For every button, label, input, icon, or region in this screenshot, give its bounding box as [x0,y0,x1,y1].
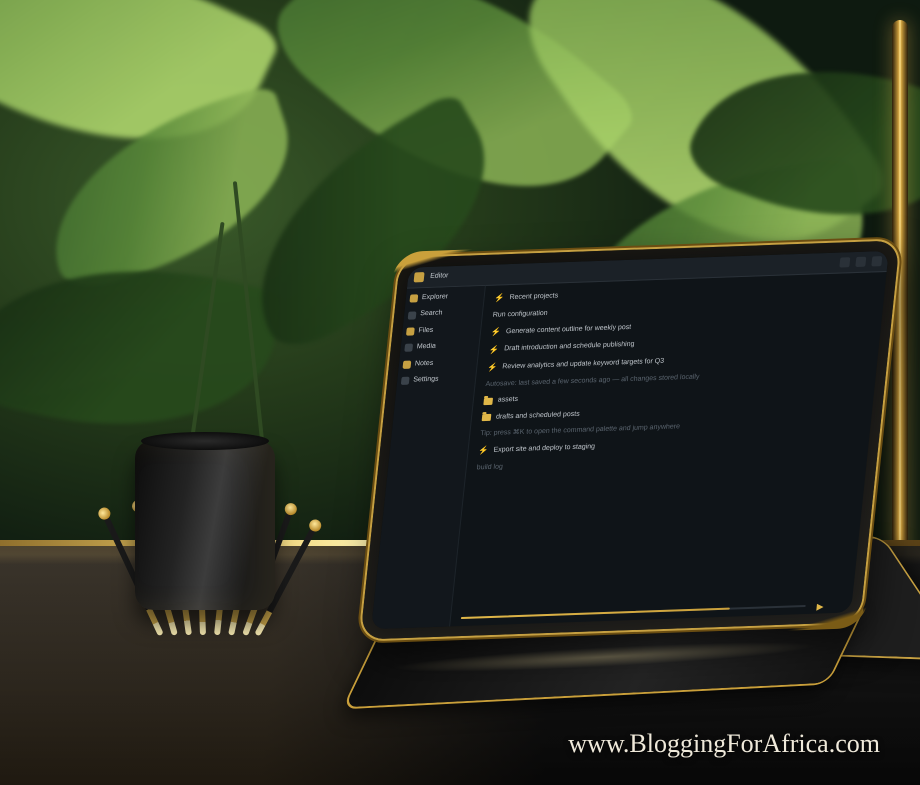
sidebar-item[interactable]: Files [406,325,477,336]
sidebar-item-label: Files [418,327,434,336]
row-text: Draft introduction and schedule publishi… [504,341,635,354]
row-text: Review analytics and update keyword targ… [502,358,665,372]
bolt-icon: ⚡ [487,363,498,373]
close-icon[interactable] [871,256,882,266]
folder-icon [483,398,493,405]
watermark-text: www.BloggingForAfrica.com [568,729,880,759]
scene: Editor Explorer Search Files Media Notes [0,0,920,785]
sidebar-item[interactable]: Search [408,309,479,320]
row-text: Recent projects [509,292,558,302]
row-text: Export site and deploy to staging [493,443,595,455]
sidebar-item-label: Search [420,310,443,319]
sidebar-item[interactable]: Notes [402,358,473,369]
row-text: drafts and scheduled posts [496,410,581,421]
bolt-icon: ⚡ [489,345,500,355]
row-text: build log [476,463,503,472]
sidebar-item-label: Media [416,343,436,352]
app-icon [414,272,425,282]
sidebar-item[interactable]: Settings [401,374,472,385]
sidebar-item-label: Explorer [421,293,448,302]
row-text: assets [497,396,518,405]
bolt-icon: ⚡ [490,327,501,337]
bolt-icon: ⚡ [478,446,489,456]
play-icon[interactable]: ▶ [816,602,824,613]
folder-icon [482,414,492,421]
main-panel: ⚡ Recent projects Run configuration ⚡ Gene… [450,272,887,627]
progress-bar[interactable] [461,605,806,619]
row-text: Generate content outline for weekly post [505,323,631,336]
tablet-screen[interactable]: Editor Explorer Search Files Media Notes [371,251,889,629]
row-text: Run configuration [492,309,548,319]
tablet-device: Editor Explorer Search Files Media Notes [360,240,900,639]
row-text: Tip: press ⌘K to open the command palett… [480,423,681,438]
sidebar-item-label: Notes [414,359,433,368]
maximize-icon[interactable] [855,257,866,267]
window-controls[interactable] [839,256,882,268]
sidebar-item[interactable]: Explorer [409,292,480,303]
row-text: Autosave: last saved a few seconds ago —… [485,373,700,389]
minimize-icon[interactable] [839,257,850,267]
sidebar-item[interactable]: Media [404,342,475,353]
bolt-icon: ⚡ [494,293,505,303]
sidebar-item-label: Settings [413,376,439,385]
app-label: Editor [430,272,449,281]
